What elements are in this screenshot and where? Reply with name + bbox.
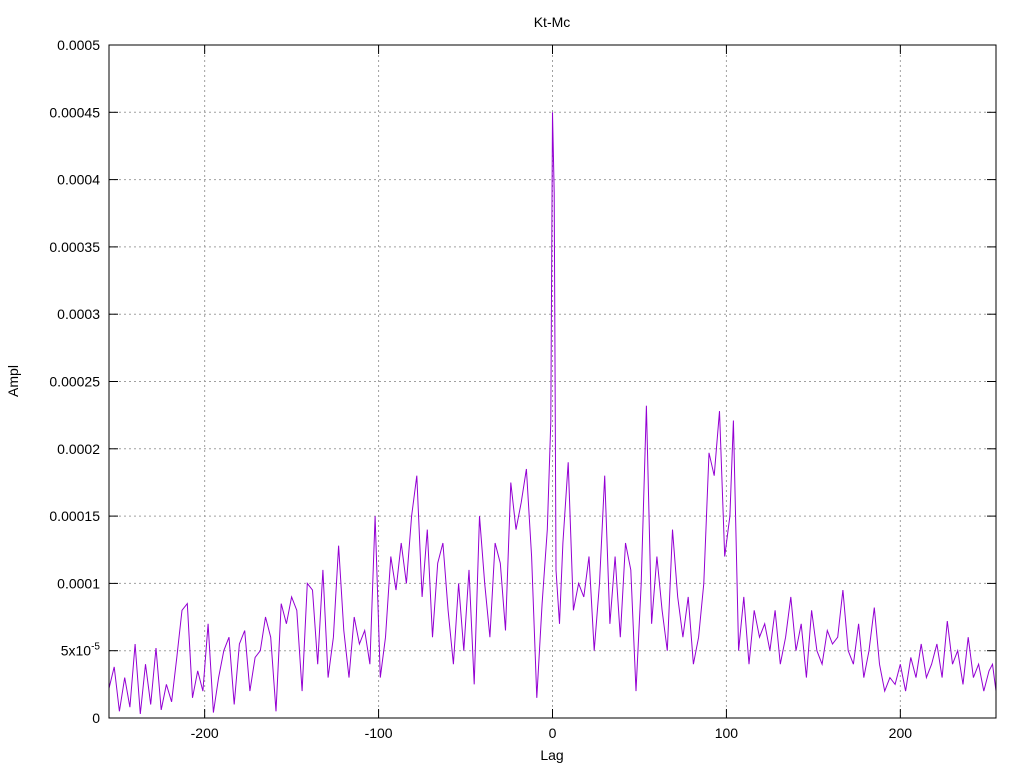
y-tick-label: 0.0004: [57, 172, 100, 188]
y-tick-label: 5x10-5: [61, 642, 101, 659]
x-tick-label: 0: [549, 725, 557, 741]
y-tick-label: 0.00015: [49, 508, 100, 524]
y-tick-label: 0.00025: [49, 374, 100, 390]
y-tick-label-text: 0.00025: [49, 374, 100, 390]
y-tick-label-text: 0.0005: [57, 37, 100, 53]
x-tick-label: 100: [715, 725, 739, 741]
x-axis-label: Lag: [540, 747, 563, 763]
y-tick-label: 0.00045: [49, 104, 100, 120]
y-tick-label-exponent: -5: [91, 642, 100, 653]
series-group: [108, 112, 997, 715]
series-line: [108, 112, 997, 715]
x-tick-labels: -200 -100 0 100 200: [191, 725, 913, 741]
chart-canvas: 0 5x10-5 0.0001 0.00015 0.0002 0.00025 0.0003 0…: [5, 14, 997, 763]
y-tick-label: 0.0005: [57, 37, 100, 53]
x-tick-label: 200: [889, 725, 913, 741]
y-tick-label: 0.0002: [57, 441, 100, 457]
y-tick-label-text: 0.0003: [57, 306, 100, 322]
y-tick-label-text: 0.0004: [57, 172, 100, 188]
y-tick-label-text: 0.0002: [57, 441, 100, 457]
y-tick-label-text: 0.0001: [57, 575, 100, 591]
x-tick-label: -100: [365, 725, 393, 741]
x-tick-label: -200: [191, 725, 219, 741]
y-tick-label-text: 0: [92, 710, 100, 726]
y-tick-label: 0.0001: [57, 575, 100, 591]
chart-title: Kt-Mc: [534, 14, 571, 30]
y-axis-label: Ampl: [5, 365, 21, 397]
y-tick-label-text: 0.00035: [49, 239, 100, 255]
y-tick-label: 0: [92, 710, 100, 726]
y-tick-label: 0.00035: [49, 239, 100, 255]
y-tick-label-text: 0.00015: [49, 508, 100, 524]
y-tick-label-text: 0.00045: [49, 104, 100, 120]
y-tick-label: 0.0003: [57, 306, 100, 322]
y-tick-label-text: 5x10: [61, 643, 92, 659]
y-tick-labels: 0 5x10-5 0.0001 0.00015 0.0002 0.00025 0.0003 0…: [49, 37, 100, 726]
